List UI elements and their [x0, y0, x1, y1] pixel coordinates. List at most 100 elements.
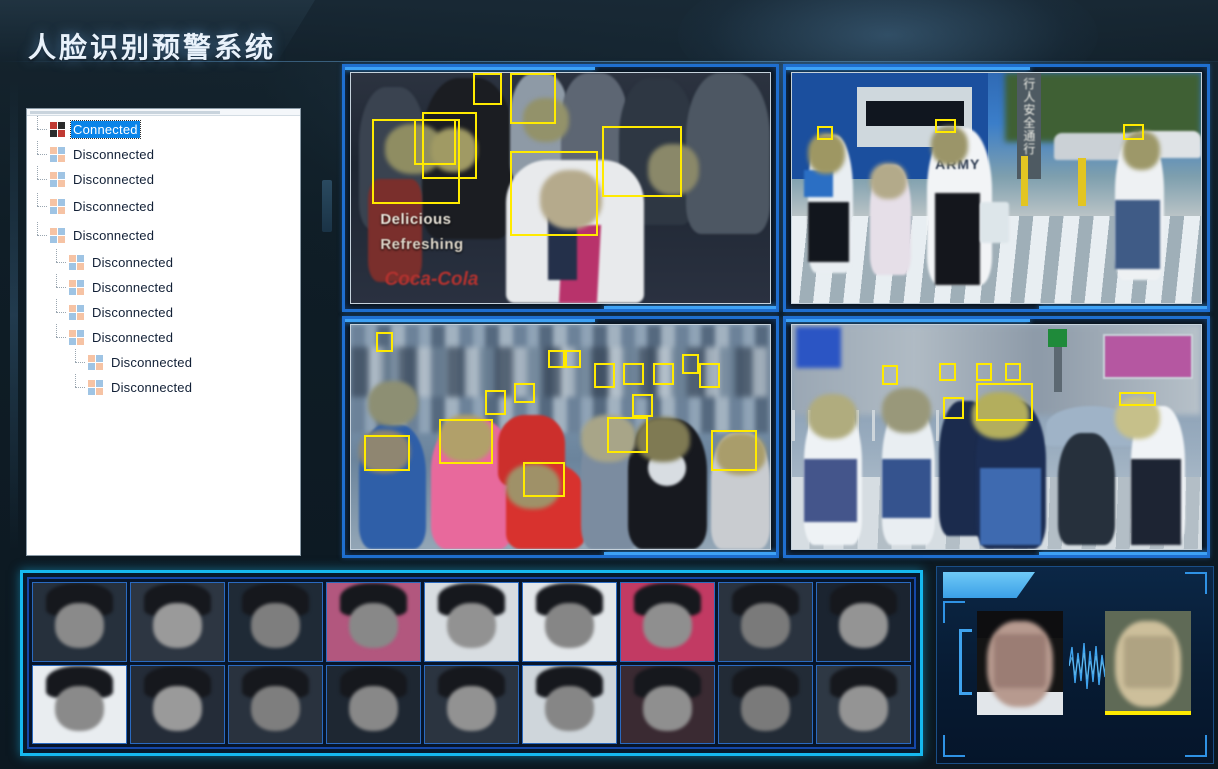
tree-item-disconnected[interactable]: Disconnected	[27, 349, 300, 375]
video-cell-camera-1[interactable]: Delicious Refreshing Coca-Cola	[342, 64, 779, 312]
device-disconnected-icon	[50, 147, 65, 162]
video-wall: Delicious Refreshing Coca-Cola 行 人 安 全 通…	[342, 64, 1210, 558]
captured-face-thumbnail[interactable]	[228, 664, 323, 744]
face-detection-box	[514, 383, 536, 404]
video-feed-camera-1: Delicious Refreshing Coca-Cola	[350, 72, 771, 304]
tree-item-label: Disconnected	[73, 199, 155, 214]
face-detection-box	[510, 73, 557, 124]
tree-item-label: Disconnected	[92, 330, 174, 345]
tree-item-label: Disconnected	[92, 305, 174, 320]
captured-face-thumbnail[interactable]	[816, 582, 911, 662]
face-detection-box	[631, 394, 653, 417]
face-detection-box	[943, 396, 964, 420]
face-detection-box	[939, 363, 956, 381]
captured-face-grid[interactable]	[27, 577, 916, 749]
captured-face-thumbnail[interactable]	[816, 664, 911, 744]
tree-item-connected[interactable]: Connected	[27, 116, 300, 142]
face-detection-box	[510, 151, 599, 237]
face-detection-box	[1123, 123, 1144, 140]
face-detection-box	[522, 461, 565, 498]
device-disconnected-icon	[50, 172, 65, 187]
tree-item-disconnected[interactable]: Disconnected	[27, 221, 300, 250]
captured-face-thumbnail[interactable]	[522, 664, 617, 744]
cell-highlight-edge-bottom	[1038, 552, 1207, 555]
captured-face-thumbnail[interactable]	[718, 664, 813, 744]
tree-item-label: Disconnected	[73, 228, 155, 243]
face-detection-box	[652, 363, 674, 386]
captured-face-strip[interactable]	[20, 570, 923, 756]
device-disconnected-icon	[88, 355, 103, 370]
page-title: 人脸识别预警系统	[28, 32, 277, 63]
thumbnail-face-mosaic	[349, 685, 398, 731]
face-detection-box	[438, 419, 494, 464]
device-disconnected-icon	[69, 280, 84, 295]
captured-face-image[interactable]	[977, 611, 1063, 715]
thumbnail-face-mosaic	[839, 603, 888, 649]
tree-scrollbar[interactable]	[27, 109, 300, 116]
tree-elbow-icon	[33, 116, 50, 138]
tree-item-disconnected[interactable]: Disconnected	[27, 324, 300, 350]
tree-elbow-icon	[71, 349, 88, 371]
device-disconnected-icon	[88, 380, 103, 395]
video-cell-camera-3[interactable]	[342, 316, 779, 558]
thumbnail-face-mosaic	[741, 685, 790, 731]
face-detection-box	[547, 349, 565, 368]
captured-face-thumbnail[interactable]	[130, 582, 225, 662]
captured-face-thumbnail[interactable]	[424, 582, 519, 662]
tree-item-disconnected[interactable]: Disconnected	[27, 249, 300, 275]
corner-bracket-bottom-right	[1185, 735, 1207, 757]
cell-highlight-edge-bottom	[1038, 306, 1207, 309]
captured-face-thumbnail[interactable]	[326, 664, 421, 744]
video-feed-camera-2: 行人安全通行 ARMY	[791, 72, 1202, 304]
device-disconnected-icon	[69, 330, 84, 345]
face-recognition-dashboard: 人脸识别预警系统 Connected Disconnected Disconnect…	[0, 0, 1218, 769]
tree-item-disconnected[interactable]: Disconnected	[27, 374, 300, 400]
tree-elbow-icon	[52, 324, 69, 346]
device-tree-panel[interactable]: Connected Disconnected Disconnected Disconn…	[26, 108, 301, 556]
captured-face-thumbnail[interactable]	[424, 664, 519, 744]
thumbnail-face-mosaic	[447, 685, 496, 731]
captured-face-thumbnail[interactable]	[326, 582, 421, 662]
face-detection-box	[376, 331, 393, 352]
video-cell-camera-4[interactable]	[783, 316, 1210, 558]
tree-item-label: Disconnected	[73, 172, 155, 187]
tree-item-disconnected[interactable]: Disconnected	[27, 166, 300, 192]
tree-item-disconnected[interactable]: Disconnected	[27, 299, 300, 325]
captured-face-thumbnail[interactable]	[32, 582, 127, 662]
cell-highlight-edge-bottom	[603, 306, 776, 309]
match-indicator-bar	[1105, 711, 1191, 715]
tree-elbow-icon	[52, 274, 69, 296]
corner-bracket-bottom-left	[943, 735, 965, 757]
tree-scrollbar-thumb[interactable]	[30, 111, 220, 114]
captured-face-thumbnail[interactable]	[620, 582, 715, 662]
detail-panel-header-shape	[943, 572, 1035, 598]
cell-highlight-edge	[786, 319, 1031, 322]
tree-item-disconnected[interactable]: Disconnected	[27, 192, 300, 221]
tree-elbow-icon	[52, 249, 69, 271]
face-detection-box	[363, 434, 410, 471]
tree-elbow-icon	[33, 222, 50, 244]
video-cell-camera-2[interactable]: 行人安全通行 ARMY	[783, 64, 1210, 312]
camera-2-scene: 行人安全通行 ARMY	[792, 73, 1201, 303]
cell-highlight-edge-bottom	[603, 552, 776, 555]
face-detection-box	[472, 73, 502, 106]
tree-item-disconnected[interactable]: Disconnected	[27, 141, 300, 167]
face-detection-box	[935, 119, 956, 133]
device-tree-list[interactable]: Connected Disconnected Disconnected Disconn…	[27, 116, 300, 400]
captured-face-thumbnail[interactable]	[32, 664, 127, 744]
captured-face-thumbnail[interactable]	[130, 664, 225, 744]
captured-face-thumbnail[interactable]	[522, 582, 617, 662]
captured-face-thumbnail[interactable]	[620, 664, 715, 744]
tree-elbow-icon	[33, 166, 50, 188]
tree-item-disconnected[interactable]: Disconnected	[27, 274, 300, 300]
captured-face-thumbnail[interactable]	[228, 582, 323, 662]
face-compare-panel[interactable]	[936, 566, 1214, 764]
captured-face-thumbnail[interactable]	[718, 582, 813, 662]
matched-face-image[interactable]	[1105, 611, 1191, 715]
thumbnail-face-mosaic	[153, 685, 202, 731]
face-detection-box	[594, 363, 615, 388]
tree-elbow-icon	[33, 193, 50, 215]
thumbnail-face-mosaic	[643, 685, 692, 731]
face-detection-box	[976, 363, 993, 381]
tree-item-label: Disconnected	[111, 380, 193, 395]
